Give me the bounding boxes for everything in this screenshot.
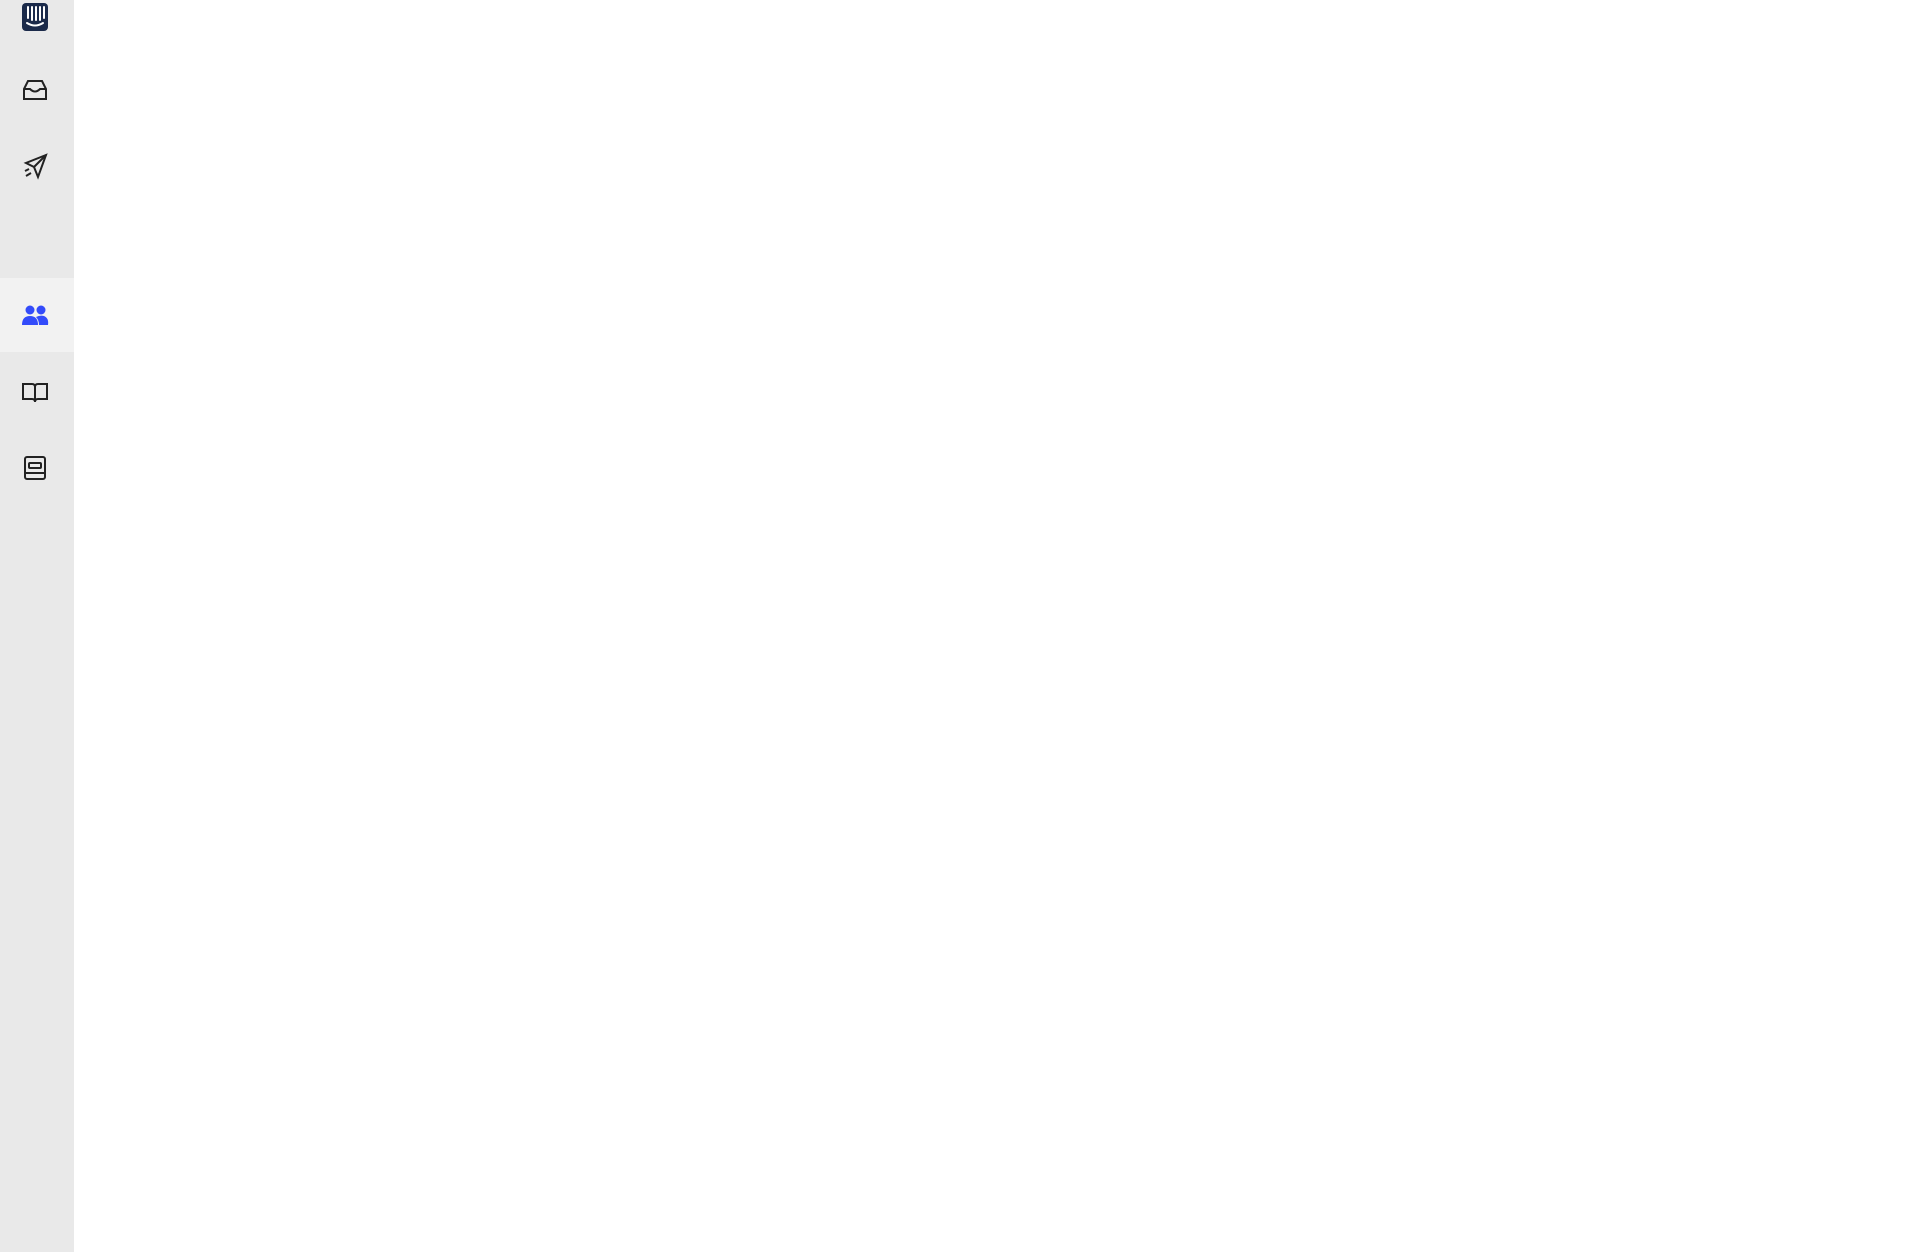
knowledge-book-icon[interactable] (17, 374, 53, 410)
contacts-people-icon[interactable] (17, 298, 53, 334)
icon-rail (0, 0, 74, 1252)
outbound-send-icon[interactable] (17, 148, 53, 184)
intercom-logo-icon[interactable] (17, 0, 53, 36)
reports-chart-icon[interactable] (17, 448, 53, 484)
inbox-icon[interactable] (17, 72, 53, 108)
